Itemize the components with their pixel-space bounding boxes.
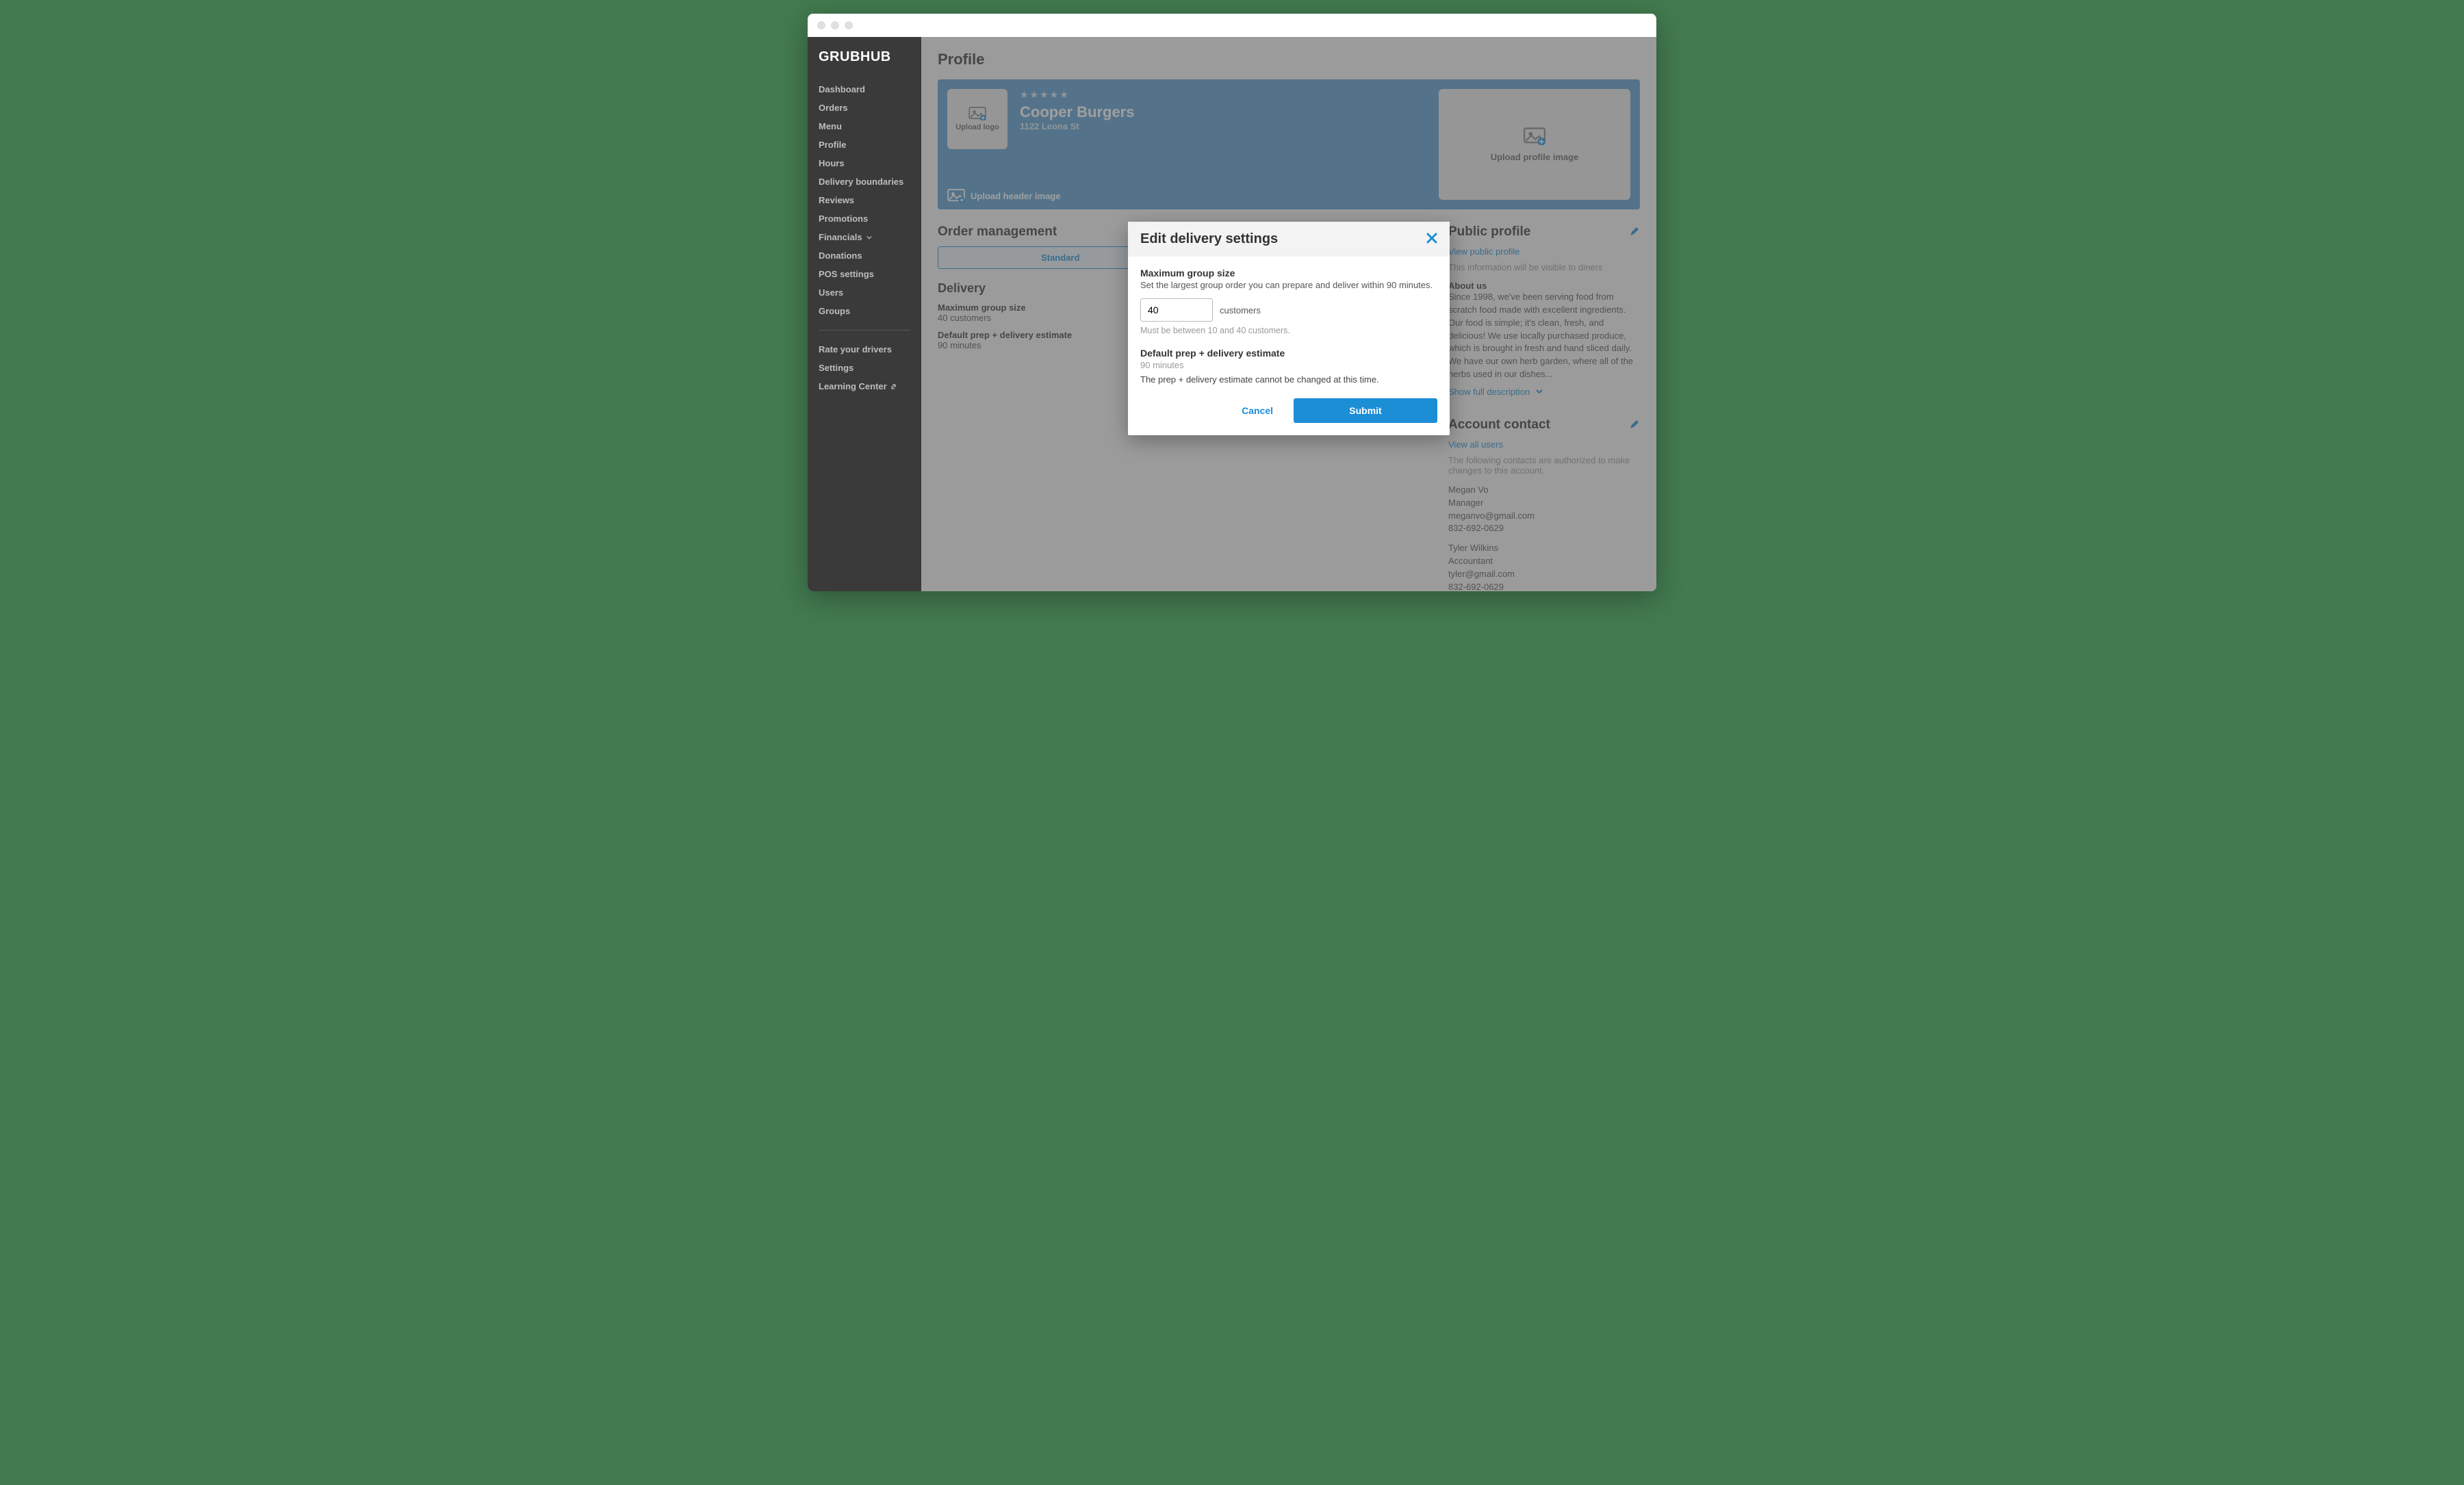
chevron-down-icon <box>867 235 872 240</box>
nav-secondary: Rate your drivers Settings Learning Cent… <box>808 337 921 398</box>
nav-label: Orders <box>819 103 848 113</box>
nav-label: POS settings <box>819 269 874 279</box>
nav-profile[interactable]: Profile <box>808 135 921 154</box>
modal-header: Edit delivery settings <box>1128 222 1450 257</box>
nav-rate-drivers[interactable]: Rate your drivers <box>808 340 921 359</box>
app-frame: GRUBHUB Dashboard Orders Menu Profile Ho… <box>808 37 1656 591</box>
nav-learning-center[interactable]: Learning Center <box>808 377 921 396</box>
nav-donations[interactable]: Donations <box>808 246 921 265</box>
nav-financials[interactable]: Financials <box>808 228 921 246</box>
traffic-close[interactable] <box>817 21 825 29</box>
traffic-min[interactable] <box>831 21 839 29</box>
nav-label: Dashboard <box>819 84 865 94</box>
nav-dashboard[interactable]: Dashboard <box>808 80 921 99</box>
nav-orders[interactable]: Orders <box>808 99 921 117</box>
input-suffix: customers <box>1220 305 1261 315</box>
modal-prep-label: Default prep + delivery estimate <box>1140 348 1437 359</box>
nav-label: Delivery boundaries <box>819 177 903 187</box>
modal-prep-note: The prep + delivery estimate cannot be c… <box>1140 374 1437 385</box>
nav-label: Groups <box>819 306 850 316</box>
sidebar: GRUBHUB Dashboard Orders Menu Profile Ho… <box>808 37 921 591</box>
nav-label: Profile <box>819 140 846 150</box>
modal-body: Maximum group size Set the largest group… <box>1128 257 1450 398</box>
nav-primary: Dashboard Orders Menu Profile Hours Deli… <box>808 77 921 323</box>
max-group-input[interactable] <box>1140 298 1213 322</box>
nav-users[interactable]: Users <box>808 283 921 302</box>
nav-pos-settings[interactable]: POS settings <box>808 265 921 283</box>
modal-actions: Cancel Submit <box>1128 398 1450 435</box>
nav-hours[interactable]: Hours <box>808 154 921 172</box>
traffic-max[interactable] <box>845 21 853 29</box>
input-helper-text: Must be between 10 and 40 customers. <box>1140 326 1437 335</box>
modal-close-button[interactable] <box>1426 233 1437 246</box>
cancel-button[interactable]: Cancel <box>1242 405 1273 416</box>
external-link-icon <box>891 383 898 390</box>
submit-button[interactable]: Submit <box>1294 398 1437 423</box>
nav-groups[interactable]: Groups <box>808 302 921 320</box>
nav-promotions[interactable]: Promotions <box>808 209 921 228</box>
brand-logo: GRUBHUB <box>808 49 921 77</box>
modal-prep-value: 90 minutes <box>1140 360 1437 370</box>
modal-max-group-label: Maximum group size <box>1140 268 1437 279</box>
nav-label: Hours <box>819 158 845 168</box>
nav-label: Donations <box>819 250 862 261</box>
nav-divider <box>819 330 910 331</box>
edit-delivery-modal: Edit delivery settings Maximum group siz… <box>1128 222 1450 435</box>
browser-chrome <box>808 14 1656 37</box>
browser-window: GRUBHUB Dashboard Orders Menu Profile Ho… <box>808 14 1656 591</box>
nav-menu[interactable]: Menu <box>808 117 921 135</box>
nav-label: Menu <box>819 121 842 131</box>
nav-delivery-boundaries[interactable]: Delivery boundaries <box>808 172 921 191</box>
nav-label: Settings <box>819 363 854 373</box>
nav-label: Learning Center <box>819 381 887 391</box>
nav-label: Promotions <box>819 214 868 224</box>
modal-max-group-desc: Set the largest group order you can prep… <box>1140 280 1437 290</box>
nav-reviews[interactable]: Reviews <box>808 191 921 209</box>
nav-settings[interactable]: Settings <box>808 359 921 377</box>
main-content: Profile Upload logo ★★★ <box>921 37 1656 591</box>
nav-label: Users <box>819 287 843 298</box>
nav-label: Rate your drivers <box>819 344 892 354</box>
modal-title: Edit delivery settings <box>1140 231 1278 247</box>
nav-label: Financials <box>819 232 862 242</box>
close-icon <box>1426 233 1437 244</box>
nav-label: Reviews <box>819 195 854 205</box>
